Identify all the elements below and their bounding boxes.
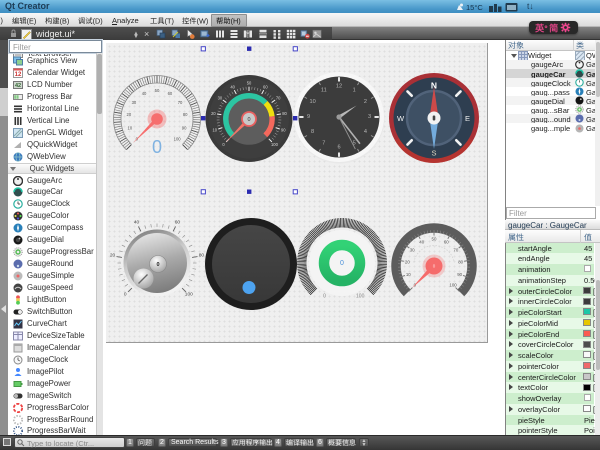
svg-text:(E): (E) xyxy=(27,16,37,25)
svg-text:0: 0 xyxy=(247,117,250,123)
svg-text:20: 20 xyxy=(405,259,410,264)
svg-text:40: 40 xyxy=(230,84,235,89)
svg-text:80: 80 xyxy=(183,112,188,117)
svg-text:30: 30 xyxy=(218,95,223,100)
svg-text:12: 12 xyxy=(336,84,342,90)
svg-text:80: 80 xyxy=(458,259,463,264)
svg-text:4: 4 xyxy=(364,129,367,135)
svg-text:(W): (W) xyxy=(197,16,209,25)
svg-text:80: 80 xyxy=(282,111,287,116)
svg-text:90: 90 xyxy=(182,125,187,130)
svg-text:70: 70 xyxy=(453,248,458,253)
svg-text:30: 30 xyxy=(132,100,137,105)
svg-text:50: 50 xyxy=(155,88,160,93)
svg-text:100: 100 xyxy=(185,291,193,297)
svg-text:S: S xyxy=(431,149,436,158)
svg-text:8: 8 xyxy=(311,129,314,135)
svg-text:70: 70 xyxy=(276,95,281,100)
svg-text:0: 0 xyxy=(152,137,162,157)
svg-text:30: 30 xyxy=(410,248,415,253)
svg-text:20: 20 xyxy=(211,111,216,116)
svg-text:(H): (H) xyxy=(230,16,240,25)
svg-text:60: 60 xyxy=(263,84,268,89)
svg-text:E: E xyxy=(465,114,470,123)
svg-text:100: 100 xyxy=(449,283,457,288)
svg-text:90: 90 xyxy=(457,272,462,277)
svg-text:70: 70 xyxy=(178,100,183,105)
svg-text:(B): (B) xyxy=(59,16,69,25)
svg-text:100: 100 xyxy=(271,142,279,147)
svg-text:90: 90 xyxy=(281,128,286,133)
svg-text:40: 40 xyxy=(134,219,140,225)
svg-text:(D): (D) xyxy=(92,16,102,25)
svg-text:9: 9 xyxy=(307,114,310,120)
svg-text:60: 60 xyxy=(168,91,173,96)
svg-text:100: 100 xyxy=(174,137,182,142)
svg-text:50: 50 xyxy=(247,81,252,86)
svg-text:6: 6 xyxy=(337,145,340,151)
svg-text:3: 3 xyxy=(368,114,371,120)
svg-text:100: 100 xyxy=(356,294,365,300)
svg-text:50: 50 xyxy=(432,237,437,242)
svg-text:20: 20 xyxy=(110,252,116,258)
svg-text:10: 10 xyxy=(212,128,217,133)
svg-text:1: 1 xyxy=(353,88,356,94)
svg-text:W: W xyxy=(397,114,405,123)
svg-text:80: 80 xyxy=(199,252,205,258)
svg-text:(T): (T) xyxy=(165,16,174,25)
svg-text:10: 10 xyxy=(309,99,315,105)
svg-text:10: 10 xyxy=(406,272,411,277)
svg-text:60: 60 xyxy=(444,239,449,244)
svg-text:42: 42 xyxy=(15,83,21,89)
svg-text:40: 40 xyxy=(142,91,147,96)
svg-text:7: 7 xyxy=(322,140,325,146)
svg-text:40: 40 xyxy=(419,239,424,244)
svg-text:11: 11 xyxy=(321,88,327,94)
svg-text:2: 2 xyxy=(364,99,367,105)
svg-text:0: 0 xyxy=(323,294,326,300)
svg-text:60: 60 xyxy=(175,219,181,225)
svg-text:10: 10 xyxy=(128,125,133,130)
svg-text:0: 0 xyxy=(124,291,127,297)
svg-text:12: 12 xyxy=(15,72,22,78)
svg-text:0: 0 xyxy=(156,262,159,268)
svg-text:0: 0 xyxy=(340,260,344,267)
svg-text:20: 20 xyxy=(127,112,132,117)
